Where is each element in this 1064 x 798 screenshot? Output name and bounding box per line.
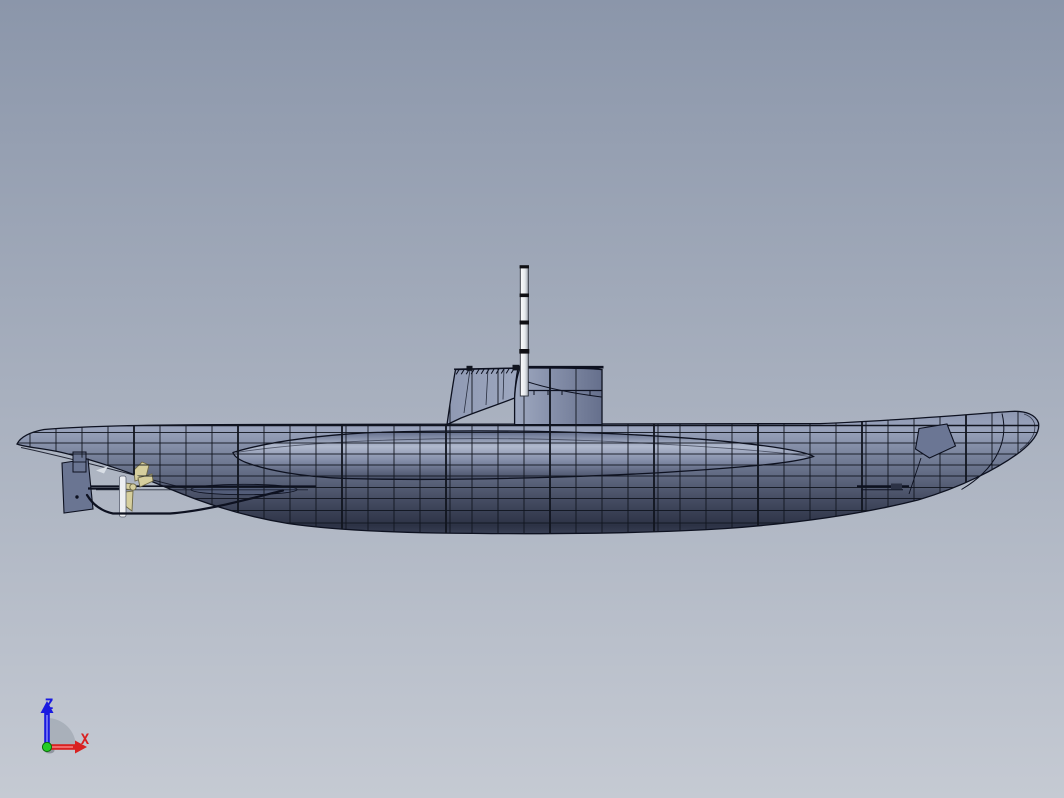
periscope-tube <box>519 265 529 397</box>
forward-hydroplane-hub <box>891 483 902 490</box>
x-axis-label: X <box>81 732 90 748</box>
z-axis-label: Z <box>45 697 53 713</box>
origin-point <box>41 741 53 753</box>
cad-viewport[interactable]: Z X <box>0 0 1064 798</box>
propeller-hub <box>129 483 137 491</box>
fairing-cleat-right <box>512 364 520 371</box>
periscope[interactable] <box>519 265 530 397</box>
rudder-hinge <box>75 495 79 499</box>
propeller-guard-strut[interactable] <box>119 475 127 518</box>
fairing-cleat-left <box>466 365 473 371</box>
